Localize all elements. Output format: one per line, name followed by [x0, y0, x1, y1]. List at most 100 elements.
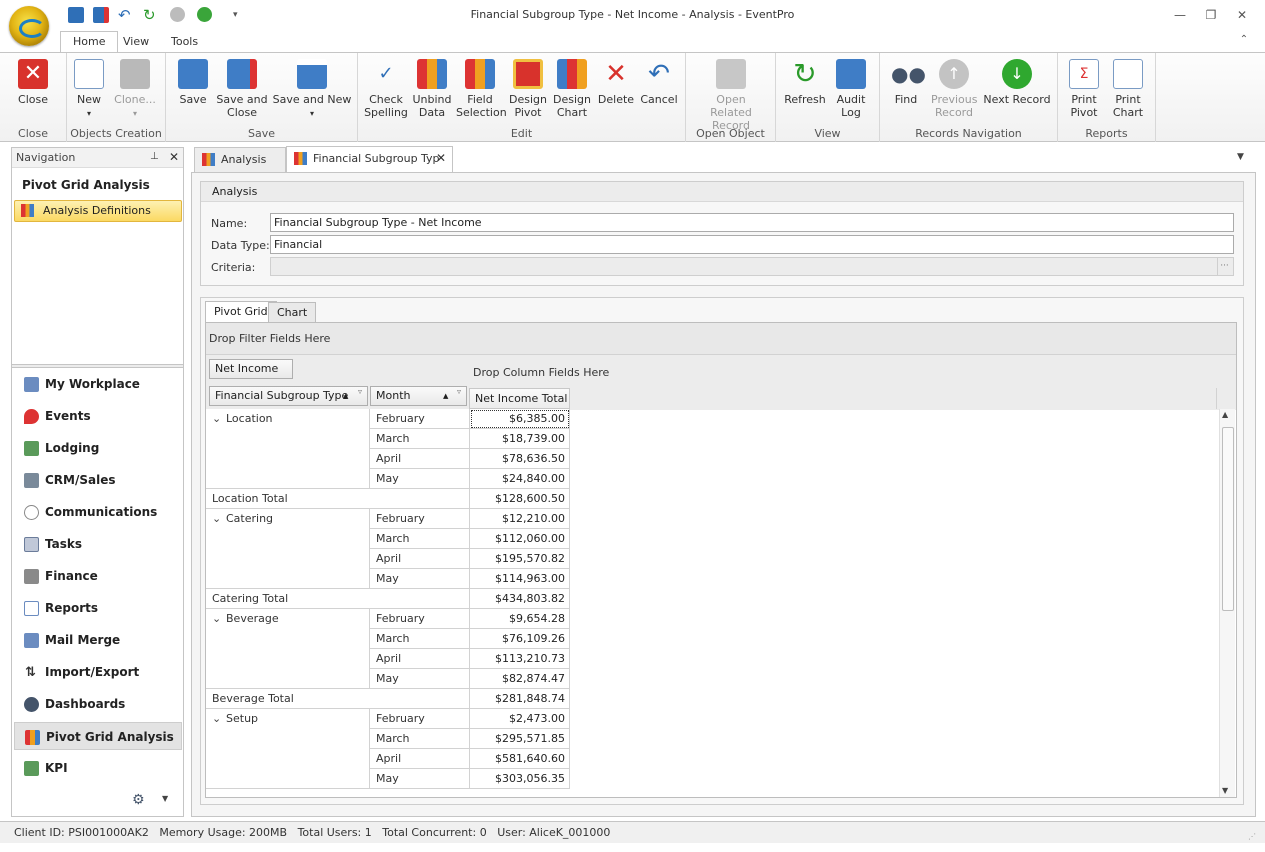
close-pane-icon[interactable]: ✕: [169, 150, 179, 164]
tab-chart[interactable]: Chart: [268, 302, 317, 323]
module-lodging[interactable]: Lodging: [14, 434, 182, 462]
module-mail-merge[interactable]: Mail Merge: [14, 626, 182, 654]
tab-pivot-grid[interactable]: Pivot Grid: [205, 301, 277, 323]
scroll-up-icon[interactable]: ▲: [1222, 410, 1228, 419]
collapse-chevron-icon[interactable]: ⌄: [212, 609, 226, 629]
data-field-header[interactable]: Net Income: [209, 359, 293, 379]
value-header[interactable]: Net Income Total: [469, 388, 570, 409]
filter-icon[interactable]: ▿: [457, 383, 461, 401]
column-drop-area[interactable]: Drop Column Fields Here: [473, 366, 609, 379]
module-communications[interactable]: Communications: [14, 498, 182, 526]
row-month-cell[interactable]: May: [370, 769, 470, 789]
value-cell[interactable]: $9,654.28: [470, 609, 570, 629]
row-group-header[interactable]: ⌄ Location: [206, 409, 370, 489]
save-and-close-button[interactable]: Save and Close: [216, 59, 268, 119]
close-window-icon[interactable]: ✕: [1234, 7, 1250, 23]
print-chart-button[interactable]: Print Chart: [1108, 59, 1148, 119]
module-reports[interactable]: Reports: [14, 594, 182, 622]
save-and-new-button[interactable]: Save and New ▾: [272, 59, 352, 120]
collapse-chevron-icon[interactable]: ⌄: [212, 709, 226, 729]
module-crm-sales[interactable]: CRM/Sales: [14, 466, 182, 494]
module-kpi[interactable]: KPI: [14, 754, 182, 782]
module-tasks[interactable]: Tasks: [14, 530, 182, 558]
app-logo-icon[interactable]: [9, 6, 49, 46]
check-spelling-button[interactable]: ✓ Check Spelling: [364, 59, 408, 119]
value-cell[interactable]: $82,874.47: [470, 669, 570, 689]
row-month-cell[interactable]: May: [370, 469, 470, 489]
doc-tab-financial-subgroup[interactable]: Financial Subgroup Typ ✕: [286, 146, 453, 173]
nav-item-analysis-definitions[interactable]: Analysis Definitions: [14, 200, 182, 222]
configure-gear-icon[interactable]: ⚙: [132, 792, 145, 808]
value-cell[interactable]: $303,056.35: [470, 769, 570, 789]
value-cell[interactable]: $114,963.00: [470, 569, 570, 589]
criteria-field[interactable]: ···: [270, 257, 1234, 276]
module-my-workplace[interactable]: My Workplace: [14, 370, 182, 398]
collapse-chevron-icon[interactable]: ⌄: [212, 409, 226, 429]
row-month-cell[interactable]: March: [370, 729, 470, 749]
cancel-button[interactable]: ↶ Cancel: [638, 59, 680, 106]
module-finance[interactable]: Finance: [14, 562, 182, 590]
value-cell[interactable]: $18,739.00: [470, 429, 570, 449]
row-month-cell[interactable]: March: [370, 629, 470, 649]
value-cell[interactable]: $78,636.50: [470, 449, 570, 469]
row-month-cell[interactable]: May: [370, 569, 470, 589]
close-tab-icon[interactable]: ✕: [436, 147, 446, 170]
open-related-record-button[interactable]: Open Related Record: [692, 59, 770, 132]
design-pivot-button[interactable]: Design Pivot: [506, 59, 550, 119]
tab-view[interactable]: View: [111, 32, 161, 52]
row-month-cell[interactable]: April: [370, 749, 470, 769]
row-month-cell[interactable]: February: [370, 609, 470, 629]
name-field[interactable]: Financial Subgroup Type - Net Income: [270, 213, 1234, 232]
row-month-cell[interactable]: April: [370, 449, 470, 469]
value-cell[interactable]: $6,385.00: [470, 409, 570, 429]
value-cell[interactable]: $112,060.00: [470, 529, 570, 549]
row-group-header[interactable]: ⌄ Setup: [206, 709, 370, 789]
module-import-export[interactable]: ⇅ Import/Export: [14, 658, 182, 686]
group-total-value[interactable]: $434,803.82: [470, 589, 570, 609]
tab-home[interactable]: Home: [60, 31, 119, 53]
next-record-button[interactable]: ↓ Next Record: [982, 59, 1052, 106]
row-group-header[interactable]: ⌄ Beverage: [206, 609, 370, 689]
value-cell[interactable]: $2,473.00: [470, 709, 570, 729]
delete-button[interactable]: ✕ Delete: [596, 59, 636, 106]
close-button[interactable]: ✕ Close: [12, 59, 54, 106]
tab-tools[interactable]: Tools: [159, 32, 210, 52]
row-month-cell[interactable]: February: [370, 709, 470, 729]
value-cell[interactable]: $76,109.26: [470, 629, 570, 649]
unbind-data-button[interactable]: Unbind Data: [410, 59, 454, 119]
filter-icon[interactable]: ▿: [358, 383, 362, 401]
filter-drop-area[interactable]: Drop Filter Fields Here: [206, 323, 1236, 355]
new-button[interactable]: New ▾: [71, 59, 107, 120]
print-pivot-button[interactable]: Σ Print Pivot: [1064, 59, 1104, 119]
group-total-value[interactable]: $281,848.74: [470, 689, 570, 709]
data-type-field[interactable]: Financial: [270, 235, 1234, 254]
criteria-ellipsis-button[interactable]: ···: [1217, 258, 1231, 275]
minimize-icon[interactable]: —: [1172, 7, 1188, 23]
row-month-cell[interactable]: March: [370, 529, 470, 549]
value-cell[interactable]: $12,210.00: [470, 509, 570, 529]
resize-grip-icon[interactable]: ⋰: [1248, 832, 1256, 841]
module-dashboards[interactable]: Dashboards: [14, 690, 182, 718]
value-cell[interactable]: $295,571.85: [470, 729, 570, 749]
maximize-icon[interactable]: ❐: [1203, 7, 1219, 23]
row-month-cell[interactable]: March: [370, 429, 470, 449]
value-cell[interactable]: $24,840.00: [470, 469, 570, 489]
vertical-scrollbar[interactable]: ▲ ▼: [1219, 409, 1235, 797]
row-month-cell[interactable]: February: [370, 409, 470, 429]
refresh-button[interactable]: ↻ Refresh: [782, 59, 828, 107]
module-events[interactable]: Events: [14, 402, 182, 430]
doc-tab-analysis[interactable]: Analysis: [194, 147, 286, 172]
row-month-cell[interactable]: February: [370, 509, 470, 529]
row-month-cell[interactable]: May: [370, 669, 470, 689]
scrollbar-thumb[interactable]: [1222, 427, 1234, 611]
collapse-chevron-icon[interactable]: ⌄: [212, 509, 226, 529]
row-month-cell[interactable]: April: [370, 549, 470, 569]
value-cell[interactable]: $195,570.82: [470, 549, 570, 569]
scroll-down-icon[interactable]: ▼: [1222, 786, 1228, 795]
module-pivot-grid-analysis[interactable]: Pivot Grid Analysis: [14, 722, 182, 750]
clone-button[interactable]: Clone... ▾: [111, 59, 159, 120]
design-chart-button[interactable]: Design Chart: [550, 59, 594, 119]
row-field-financial-subgroup-type[interactable]: Financial Subgroup Type ▲ ▿: [209, 386, 368, 406]
collapse-ribbon-icon[interactable]: ⌃: [1236, 32, 1252, 48]
row-group-header[interactable]: ⌄ Catering: [206, 509, 370, 589]
